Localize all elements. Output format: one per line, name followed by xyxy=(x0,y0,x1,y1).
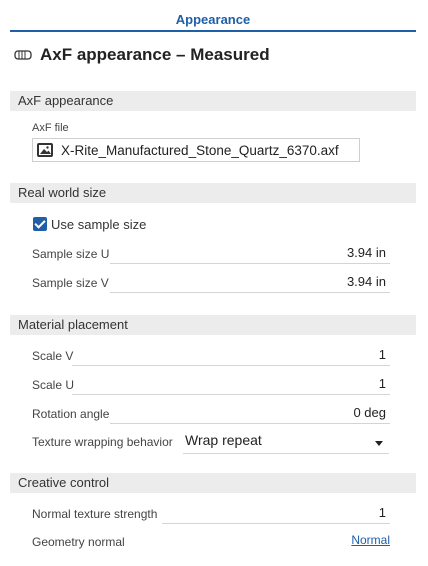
texture-wrapping-label: Texture wrapping behavior xyxy=(32,435,173,449)
section-material-placement: Material placement xyxy=(10,315,416,335)
scale-u-field[interactable]: Scale U 1 xyxy=(32,374,390,396)
section-creative-control: Creative control xyxy=(10,473,416,493)
geometry-normal-label: Geometry normal xyxy=(32,535,125,549)
rotation-angle-value[interactable]: 0 deg xyxy=(353,405,386,420)
field-underline xyxy=(110,423,390,424)
axf-file-name: X-Rite_Manufactured_Stone_Quartz_6370.ax… xyxy=(61,142,339,158)
axf-file-field[interactable]: X-Rite_Manufactured_Stone_Quartz_6370.ax… xyxy=(32,138,360,162)
field-underline xyxy=(72,365,390,366)
field-underline xyxy=(110,263,390,264)
rotation-angle-field[interactable]: Rotation angle 0 deg xyxy=(32,403,390,425)
use-sample-size-checkbox[interactable] xyxy=(33,217,47,231)
field-underline xyxy=(162,523,390,524)
normal-texture-strength-value[interactable]: 1 xyxy=(379,505,386,520)
use-sample-size-row[interactable]: Use sample size xyxy=(33,215,146,233)
panel-header: AxF appearance – Measured xyxy=(14,44,270,66)
normal-texture-strength-label: Normal texture strength xyxy=(32,507,162,521)
appearance-tab[interactable]: Appearance xyxy=(10,10,416,32)
scale-v-value[interactable]: 1 xyxy=(379,347,386,362)
sample-size-v-field[interactable]: Sample size V 3.94 in xyxy=(32,272,390,294)
panel-title: AxF appearance – Measured xyxy=(40,45,270,64)
material-icon xyxy=(14,50,32,60)
rotation-angle-label: Rotation angle xyxy=(32,407,114,421)
section-axf-appearance: AxF appearance xyxy=(10,91,416,111)
use-sample-size-label: Use sample size xyxy=(51,216,147,232)
scale-u-label: Scale U xyxy=(32,378,79,392)
sample-size-v-value[interactable]: 3.94 in xyxy=(347,274,386,289)
appearance-tab-label: Appearance xyxy=(175,12,251,27)
sample-size-u-field[interactable]: Sample size U 3.94 in xyxy=(32,243,390,265)
texture-wrapping-value: Wrap repeat xyxy=(185,432,262,448)
field-underline xyxy=(72,394,390,395)
scale-v-label: Scale V xyxy=(32,349,78,363)
chevron-down-icon xyxy=(375,441,383,446)
texture-wrapping-select[interactable]: Wrap repeat xyxy=(183,430,389,454)
sample-size-u-value[interactable]: 3.94 in xyxy=(347,245,386,260)
image-icon xyxy=(37,143,53,157)
scale-v-field[interactable]: Scale V 1 xyxy=(32,345,390,367)
normal-texture-strength-field[interactable]: Normal texture strength 1 xyxy=(32,503,390,525)
scale-u-value[interactable]: 1 xyxy=(379,376,386,391)
section-real-world-size: Real world size xyxy=(10,183,416,203)
sample-size-u-label: Sample size U xyxy=(32,247,114,261)
axf-file-label: AxF file xyxy=(32,122,69,134)
sample-size-v-label: Sample size V xyxy=(32,276,113,290)
field-underline xyxy=(110,292,390,293)
geometry-normal-link[interactable]: Normal xyxy=(351,533,390,547)
